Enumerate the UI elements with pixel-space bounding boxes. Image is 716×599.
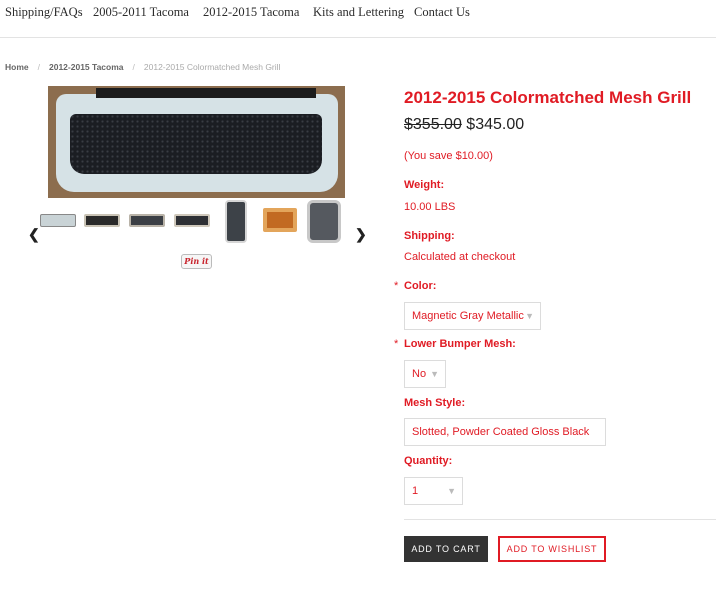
price-current: $345.00 (466, 116, 525, 133)
nav-shipping-faqs[interactable]: Shipping/FAQs (5, 5, 83, 20)
thumbnail[interactable] (174, 200, 210, 244)
thumbnail-strip (38, 200, 348, 244)
bumper-mesh-label: Lower Bumper Mesh: (404, 338, 516, 350)
weight-label: Weight: (404, 179, 445, 191)
product-main-image[interactable] (48, 86, 345, 198)
price-old: $355.00 (404, 116, 462, 133)
shipping-label: Shipping: (404, 230, 455, 242)
quantity-value: 1 (412, 485, 419, 497)
color-select[interactable]: Magnetic Gray Metallic ▼ (404, 302, 541, 330)
add-to-wishlist-button[interactable]: ADD TO WISHLIST (498, 536, 606, 562)
thumbnail[interactable] (40, 200, 76, 244)
chevron-down-icon: ▼ (447, 486, 456, 496)
breadcrumb-current: 2012-2015 Colormatched Mesh Grill (143, 62, 281, 72)
thumbnail[interactable] (307, 200, 341, 244)
mesh-style-value: Slotted, Powder Coated Gloss Black (412, 426, 590, 438)
chevron-right-icon[interactable]: ❯ (355, 226, 367, 243)
savings-text: (You save $10.00) (404, 150, 493, 162)
nav-kits-and-lettering[interactable]: Kits and Lettering (313, 5, 404, 20)
price-row: $355.00 $345.00 (404, 116, 524, 134)
grill-top-bar (96, 88, 316, 98)
breadcrumb: Home / 2012-2015 Tacoma / 2012-2015 Colormat… (5, 62, 280, 72)
breadcrumb-separator: / (132, 62, 135, 72)
pinterest-pin-button[interactable]: Pin it (181, 254, 212, 269)
weight-value: 10.00 LBS (404, 201, 456, 213)
required-marker: * (394, 280, 399, 292)
chevron-down-icon: ▼ (525, 311, 534, 321)
breadcrumb-separator: / (37, 62, 40, 72)
nav-2005-2011-tacoma[interactable]: 2005-2011 Tacoma (93, 5, 189, 20)
add-to-cart-button[interactable]: ADD TO CART (404, 536, 488, 562)
color-select-value: Magnetic Gray Metallic (412, 310, 524, 322)
thumbnail[interactable] (225, 200, 247, 244)
shipping-value: Calculated at checkout (404, 251, 516, 263)
product-title: 2012-2015 Colormatched Mesh Grill (404, 88, 692, 107)
quantity-select[interactable]: 1 ▼ (404, 477, 463, 505)
mesh-style-label: Mesh Style: (404, 397, 466, 409)
breadcrumb-home[interactable]: Home (5, 62, 29, 72)
quantity-label: Quantity: (404, 455, 453, 467)
top-navigation: Shipping/FAQs 2005-2011 Tacoma 2012-2015… (0, 0, 716, 38)
required-marker: * (394, 338, 399, 350)
nav-contact-us[interactable]: Contact Us (414, 5, 470, 20)
thumbnail[interactable] (84, 200, 120, 244)
divider (404, 519, 716, 520)
grill-mesh (70, 114, 322, 174)
chevron-down-icon: ▼ (430, 369, 439, 379)
nav-2012-2015-tacoma[interactable]: 2012-2015 Tacoma (203, 5, 299, 20)
breadcrumb-category[interactable]: 2012-2015 Tacoma (49, 62, 124, 72)
bumper-mesh-select[interactable]: No ▼ (404, 360, 446, 388)
bumper-mesh-value: No (412, 368, 427, 380)
mesh-style-select[interactable]: Slotted, Powder Coated Gloss Black (404, 418, 606, 446)
thumbnail[interactable] (129, 200, 165, 244)
thumbnail[interactable] (263, 200, 297, 244)
color-label: Color: (404, 280, 437, 292)
